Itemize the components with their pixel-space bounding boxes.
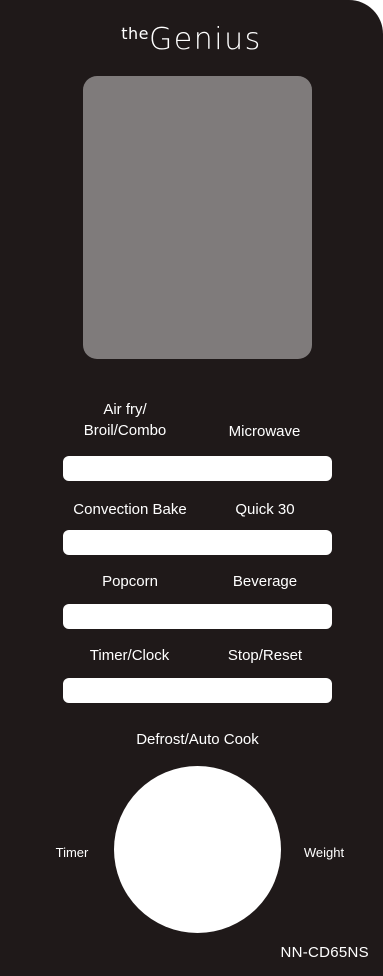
air-fry-broil-combo-label: Air fry/ Broil/Combo (83, 401, 167, 439)
beverage-label: Beverage (232, 573, 298, 590)
brand-name: Genius (149, 22, 262, 57)
display-screen (83, 76, 312, 359)
brand-logo: theGenius (0, 22, 383, 57)
convection-quick30-button-bar[interactable] (63, 530, 332, 555)
weight-label: Weight (303, 845, 345, 860)
control-panel: theGenius Air fry/ Broil/Combo Microwave… (0, 0, 383, 976)
stop-reset-label: Stop/Reset (227, 647, 303, 664)
convection-bake-label: Convection Bake (73, 501, 187, 518)
air-fry-microwave-button-bar[interactable] (63, 456, 332, 481)
timer-clock-label: Timer/Clock (89, 647, 170, 664)
defrost-auto-cook-label: Defrost/Auto Cook (136, 731, 259, 748)
popcorn-beverage-button-bar[interactable] (63, 604, 332, 629)
popcorn-label: Popcorn (102, 573, 158, 590)
control-dial[interactable] (114, 766, 281, 933)
quick-30-label: Quick 30 (235, 501, 295, 518)
brand-prefix: the (121, 24, 150, 43)
timer-label: Timer (55, 845, 89, 860)
model-number: NN-CD65NS (280, 944, 369, 961)
timer-stop-button-bar[interactable] (63, 678, 332, 703)
microwave-label: Microwave (228, 423, 301, 440)
